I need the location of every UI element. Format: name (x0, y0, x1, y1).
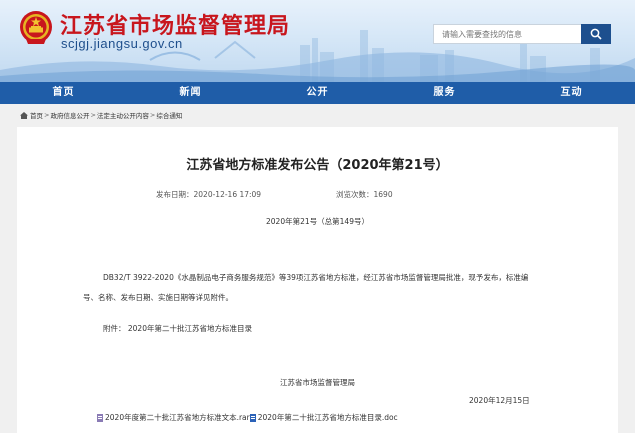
paragraph-line-1: DB32/T 3922-2020《水晶制品电子商务服务规范》等39项江苏省地方标… (103, 273, 529, 282)
attachment-link-rar[interactable]: 2020年度第二十批江苏省地方标准文本.rar (97, 412, 250, 423)
attachment-name-rar: 2020年度第二十批江苏省地方标准文本.rar (105, 413, 250, 422)
nav-item-news[interactable]: 新闻 (127, 82, 254, 104)
breadcrumb-notices[interactable]: 综合通知 (156, 110, 182, 120)
article-panel: 江苏省地方标准发布公告（2020年第21号） 发布日期：2020-12-16 1… (17, 127, 618, 433)
attachment-name-doc: 2020年第二十批江苏省地方标准目录.doc (257, 413, 398, 422)
signature-date: 2020年12月15日 (469, 396, 530, 405)
paragraph-line-2: 号、名称、发布日期、实施日期等详见附件。 (83, 293, 233, 302)
nav-item-services[interactable]: 服务 (381, 82, 508, 104)
breadcrumb-gov-info[interactable]: 政府信息公开 (50, 110, 89, 120)
rar-file-icon (97, 413, 103, 422)
breadcrumb-separator: > (90, 111, 96, 119)
home-icon (20, 111, 28, 119)
national-emblem-icon (20, 11, 52, 44)
site-domain: scjgj.jiangsu.gov.cn (61, 36, 183, 51)
main-nav: 首页 新闻 公开 服务 互动 (0, 82, 635, 104)
nav-item-public[interactable]: 公开 (254, 82, 381, 104)
breadcrumb: 首页 > 政府信息公开 > 法定主动公开内容 > 综合通知 (20, 108, 182, 122)
doc-file-icon (249, 413, 256, 422)
breadcrumb-home[interactable]: 首页 (30, 110, 43, 120)
view-count: 浏览次数：1690 (336, 190, 393, 199)
document-number: 2020年第21号（总第149号） (266, 217, 369, 226)
attachment-files: 2020年度第二十批江苏省地方标准文本.rar 2020年第二十批江苏省地方标准… (97, 412, 398, 423)
nav-item-interaction[interactable]: 互动 (508, 82, 635, 104)
nav-item-home[interactable]: 首页 (0, 82, 127, 104)
article-paragraph: DB32/T 3922-2020《水晶制品电子商务服务规范》等39项江苏省地方标… (83, 268, 563, 308)
site-header: 江苏省市场监督管理局 scjgj.jiangsu.gov.cn (0, 0, 635, 82)
search-icon (590, 28, 602, 40)
breadcrumb-separator: > (44, 111, 50, 119)
search-button[interactable] (581, 24, 611, 44)
breadcrumb-separator: > (149, 111, 156, 119)
article-title: 江苏省地方标准发布公告（2020年第21号） (186, 158, 449, 173)
search-input[interactable] (433, 24, 581, 44)
attachment-label: 附件： 2020年第二十批江苏省地方标准目录 (103, 324, 252, 333)
publish-date: 发布日期：2020-12-16 17:09 (156, 190, 262, 199)
signature: 江苏省市场监督管理局 (280, 378, 355, 387)
attachment-link-doc[interactable]: 2020年第二十批江苏省地方标准目录.doc (249, 412, 398, 423)
breadcrumb-statutory[interactable]: 法定主动公开内容 (97, 110, 149, 120)
